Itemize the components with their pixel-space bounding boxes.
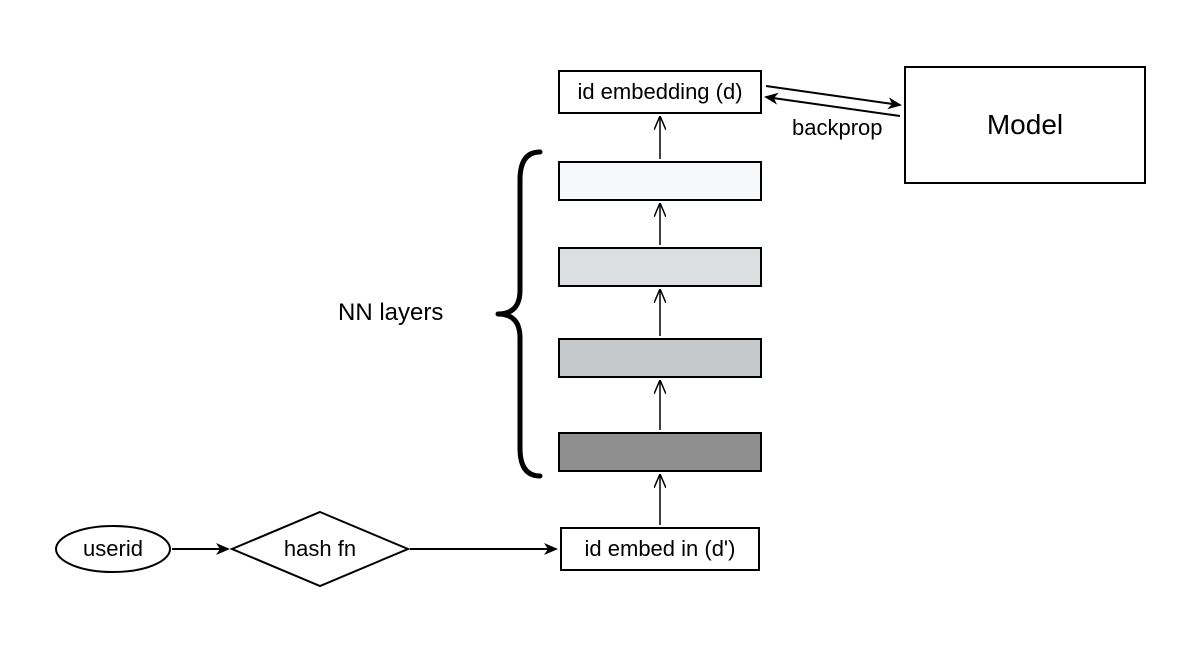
embed-in-label: id embed in (d') xyxy=(585,536,736,562)
backprop-label: backprop xyxy=(792,115,883,141)
node-hashfn: hash fn xyxy=(230,510,410,588)
nn-layer-3 xyxy=(558,161,762,201)
hashfn-label: hash fn xyxy=(284,536,356,562)
arrow-embedout-model xyxy=(766,86,900,105)
brace-nn-layers xyxy=(498,152,540,476)
arrow-model-embedout xyxy=(766,97,900,116)
node-embed-in: id embed in (d') xyxy=(560,527,760,571)
node-userid: userid xyxy=(54,524,172,574)
diagram-stage: userid hash fn id embed in (d') id embed… xyxy=(0,0,1194,660)
node-embed-out: id embedding (d) xyxy=(558,70,762,114)
nn-layer-1 xyxy=(558,338,762,378)
node-model: Model xyxy=(904,66,1146,184)
userid-label: userid xyxy=(83,536,143,562)
model-label: Model xyxy=(987,109,1063,141)
nn-layer-0 xyxy=(558,432,762,472)
embed-out-label: id embedding (d) xyxy=(577,79,742,105)
nn-layers-label: NN layers xyxy=(338,299,443,327)
nn-layer-2 xyxy=(558,247,762,287)
